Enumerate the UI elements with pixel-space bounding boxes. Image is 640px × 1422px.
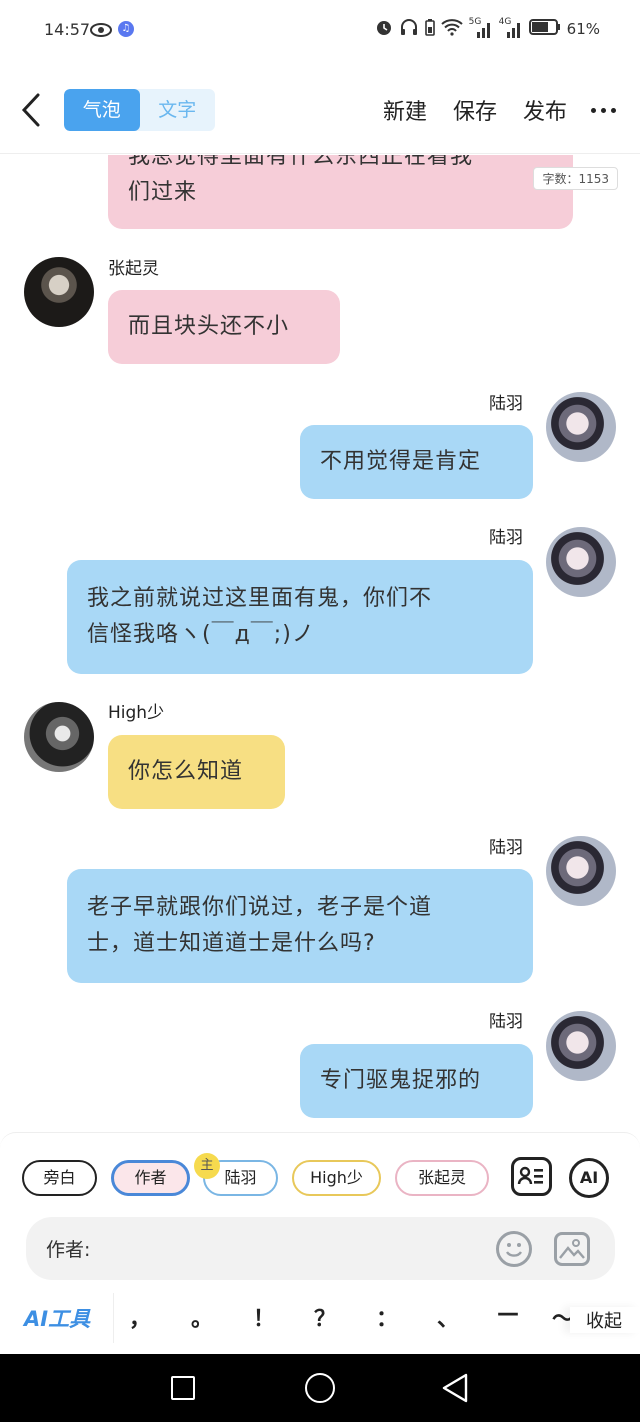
music-app-icon: ♫ [118,21,134,37]
top-app-bar: 气泡 文字 新建 保存 发布 [0,70,640,154]
signal-5g-label: 5G [468,17,482,27]
message-line: 专门驱鬼捉邪的 [320,1068,482,1093]
punct-enum-comma-button[interactable]: 、 [430,1301,466,1333]
message-line: 我之前就说过这里面有鬼，你们不 [87,586,433,611]
chevron-left-icon [21,93,40,127]
message-bubble[interactable]: 我总觉得里面有什么东西正在看我 们过来 [108,155,573,229]
battery-percent: 61% [566,20,600,38]
triangle-back-icon [442,1373,468,1403]
host-badge: 主 [194,1153,220,1179]
status-time: 14:57 [44,20,91,39]
message-line: 老子早就跟你们说过，老子是个道 [87,895,433,920]
avatar-zhang-qiling[interactable] [24,257,94,327]
speaker-name: 陆羽 [489,528,523,548]
status-bar: 14:57 ♫ 5G 4G 61% [0,0,640,60]
image-icon[interactable] [554,1232,590,1266]
emoji-icon[interactable] [496,1231,532,1267]
message-line: 信怪我咯ヽ(￣д￣;)ノ [87,622,315,647]
contacts-icon[interactable] [511,1157,552,1196]
message-line: 不用觉得是肯定 [320,449,482,474]
headphones-icon [399,18,419,40]
punct-colon-button[interactable]: ： [369,1301,405,1333]
publish-button[interactable]: 发布 [523,94,567,126]
punct-comma-button[interactable]: ， [122,1301,158,1333]
eye-icon [90,22,112,41]
ai-tools-button[interactable]: AI工具 [24,1303,90,1333]
mode-toggle: 气泡 文字 [64,89,215,131]
divider [113,1293,114,1343]
signal-4g-label: 4G [498,17,512,27]
collapse-button[interactable]: 收起 [570,1307,640,1333]
wifi-icon [440,18,463,40]
message-bubble[interactable]: 而且块头还不小 [108,290,340,364]
punct-period-button[interactable]: 。 [184,1301,220,1333]
role-chip-author[interactable]: 作者 [111,1160,190,1196]
header-actions: 新建 保存 发布 [357,94,616,126]
message-input-box: 作者: [26,1217,615,1280]
speaker-name: 张起灵 [108,259,159,279]
avatar-high-shao[interactable] [24,702,94,772]
speaker-name: 陆羽 [489,1012,523,1032]
message-line: 我总觉得里面有什么东西正在看我 [128,155,474,169]
new-button[interactable]: 新建 [383,94,427,126]
message-bubble[interactable]: 专门驱鬼捉邪的 [300,1044,533,1118]
toolbar-row: AI工具 ， 。 ！ ？ ： 、 — ～ 收起 [0,1293,640,1343]
message-line: 士，道士知道道士是什么吗? [87,931,376,956]
role-chip-high-shao[interactable]: High少 [292,1160,381,1196]
chat-area[interactable]: 我总觉得里面有什么东西正在看我 们过来 字数：1153 张起灵 而且块头还不小 … [0,155,640,1130]
message-input[interactable] [106,1231,486,1267]
speaker-name: 陆羽 [489,394,523,414]
signal-5g-icon: 5G [468,17,493,38]
composer-panel: 旁白 作者 陆羽 主 High少 张起灵 AI 作者: AI工具 ， 。 ！ ？… [0,1132,640,1354]
message-bubble[interactable]: 你怎么知道 [108,735,285,809]
battery-icon [528,18,561,40]
message-line: 你怎么知道 [128,759,244,784]
save-button[interactable]: 保存 [453,94,497,126]
avatar-lu-yu[interactable] [546,392,616,462]
speaker-name: 陆羽 [489,838,523,858]
message-line: 而且块头还不小 [128,314,290,339]
message-bubble[interactable]: 不用觉得是肯定 [300,425,533,499]
avatar-lu-yu[interactable] [546,836,616,906]
message-bubble[interactable]: 我之前就说过这里面有鬼，你们不 信怪我咯ヽ(￣д￣;)ノ [67,560,533,674]
system-nav-bar [0,1354,640,1422]
back-button[interactable] [18,92,48,128]
avatar-lu-yu[interactable] [546,1011,616,1081]
ai-button[interactable]: AI [569,1158,609,1198]
alarm-icon [375,18,393,40]
speaker-name: High少 [108,703,165,723]
tab-bubble[interactable]: 气泡 [64,89,140,131]
signal-4g-icon: 4G [498,17,523,38]
message-line: 们过来 [128,180,198,205]
punct-dash-button[interactable]: — [490,1301,526,1326]
input-speaker-label: 作者: [46,1239,91,1261]
tab-text[interactable]: 文字 [140,89,216,131]
back-nav-button[interactable] [441,1373,469,1407]
home-nav-button[interactable] [305,1373,335,1403]
role-chip-zhang-qiling[interactable]: 张起灵 [395,1160,489,1196]
recents-nav-button[interactable] [171,1376,195,1400]
battery-small-icon [424,18,435,40]
message-bubble[interactable]: 老子早就跟你们说过，老子是个道 士，道士知道道士是什么吗? [67,869,533,983]
more-icon[interactable] [591,95,616,125]
punct-exclaim-button[interactable]: ！ [246,1301,282,1333]
punct-question-button[interactable]: ？ [307,1301,343,1333]
word-count-badge: 字数：1153 [533,167,618,190]
avatar-lu-yu[interactable] [546,527,616,597]
status-right: 5G 4G 61% [375,17,600,40]
role-chip-narrator[interactable]: 旁白 [22,1160,97,1196]
